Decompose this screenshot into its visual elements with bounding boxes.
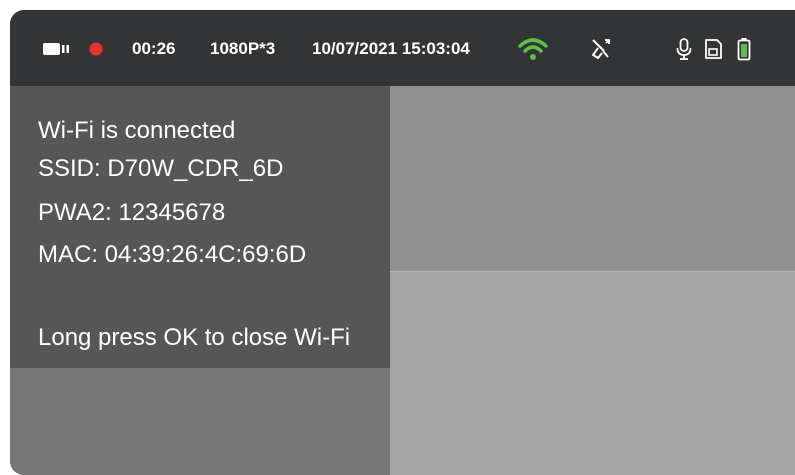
elapsed-time: 00:26	[132, 39, 176, 58]
camera-screen: 00:26 1080P*3 10/07/2021 15:03:04 Wi-Fi …	[10, 10, 795, 475]
status-bar: 00:26 1080P*3 10/07/2021 15:03:04	[10, 10, 795, 86]
camera-preview-lower	[390, 272, 795, 475]
resolution-label: 1080P*3	[210, 39, 276, 58]
sd-card-icon	[705, 39, 722, 59]
wifi-mac-text: MAC: 04:39:26:4C:69:6D	[38, 241, 307, 268]
close-wifi-hint: Long press OK to close Wi-Fi	[38, 324, 351, 351]
left-lower-panel	[10, 368, 390, 475]
wifi-password-text: PWA2: 12345678	[38, 199, 226, 226]
microphone-icon	[676, 38, 692, 60]
wifi-status-text: Wi-Fi is connected	[38, 117, 236, 144]
wifi-icon	[518, 38, 548, 60]
gps-satellite-icon	[592, 39, 610, 59]
battery-icon	[737, 38, 751, 61]
recording-dot-icon	[89, 42, 103, 56]
wifi-ssid-text: SSID: D70W_CDR_6D	[38, 155, 284, 182]
camera-preview-upper	[390, 86, 795, 272]
video-camera-icon	[43, 43, 69, 55]
wifi-info-panel: Wi-Fi is connected SSID: D70W_CDR_6D PWA…	[10, 86, 390, 368]
datetime-label: 10/07/2021 15:03:04	[312, 39, 470, 58]
